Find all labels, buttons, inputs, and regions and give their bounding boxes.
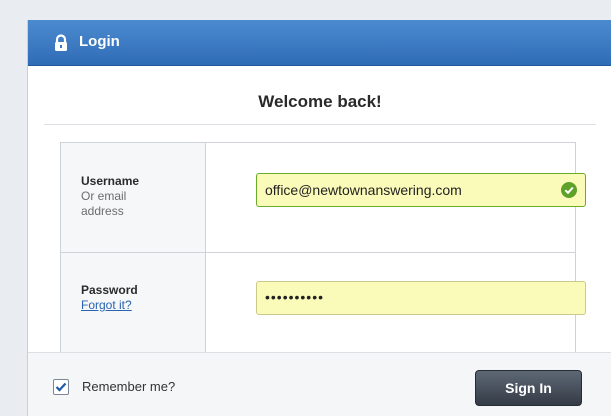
welcome-heading: Welcome back!	[258, 92, 382, 111]
header-title: Login	[79, 33, 120, 50]
check-circle-icon	[561, 182, 577, 198]
username-label: Username	[81, 174, 140, 188]
login-panel: Login Welcome back! Username Or email ad…	[27, 20, 611, 416]
form-footer: Remember me? Sign In	[28, 352, 611, 416]
sign-in-button[interactable]: Sign In	[475, 370, 582, 406]
checkmark-icon	[55, 382, 67, 392]
username-sublabel: Or email address	[81, 189, 127, 218]
password-value: ••••••••••	[265, 289, 325, 305]
lock-icon	[55, 34, 67, 51]
forgot-password-link[interactable]: Forgot it?	[81, 298, 132, 312]
password-input[interactable]: ••••••••••	[256, 281, 586, 315]
divider	[44, 124, 596, 125]
panel-header: Login	[28, 20, 611, 66]
row-divider	[61, 252, 575, 253]
password-label: Password	[81, 283, 138, 297]
remember-checkbox[interactable]	[53, 379, 69, 395]
remember-label: Remember me?	[82, 379, 176, 394]
login-form: Username Or email address office@newtown…	[60, 142, 586, 362]
username-value: office@newtownanswering.com	[265, 182, 462, 198]
username-input[interactable]: office@newtownanswering.com	[256, 173, 586, 207]
